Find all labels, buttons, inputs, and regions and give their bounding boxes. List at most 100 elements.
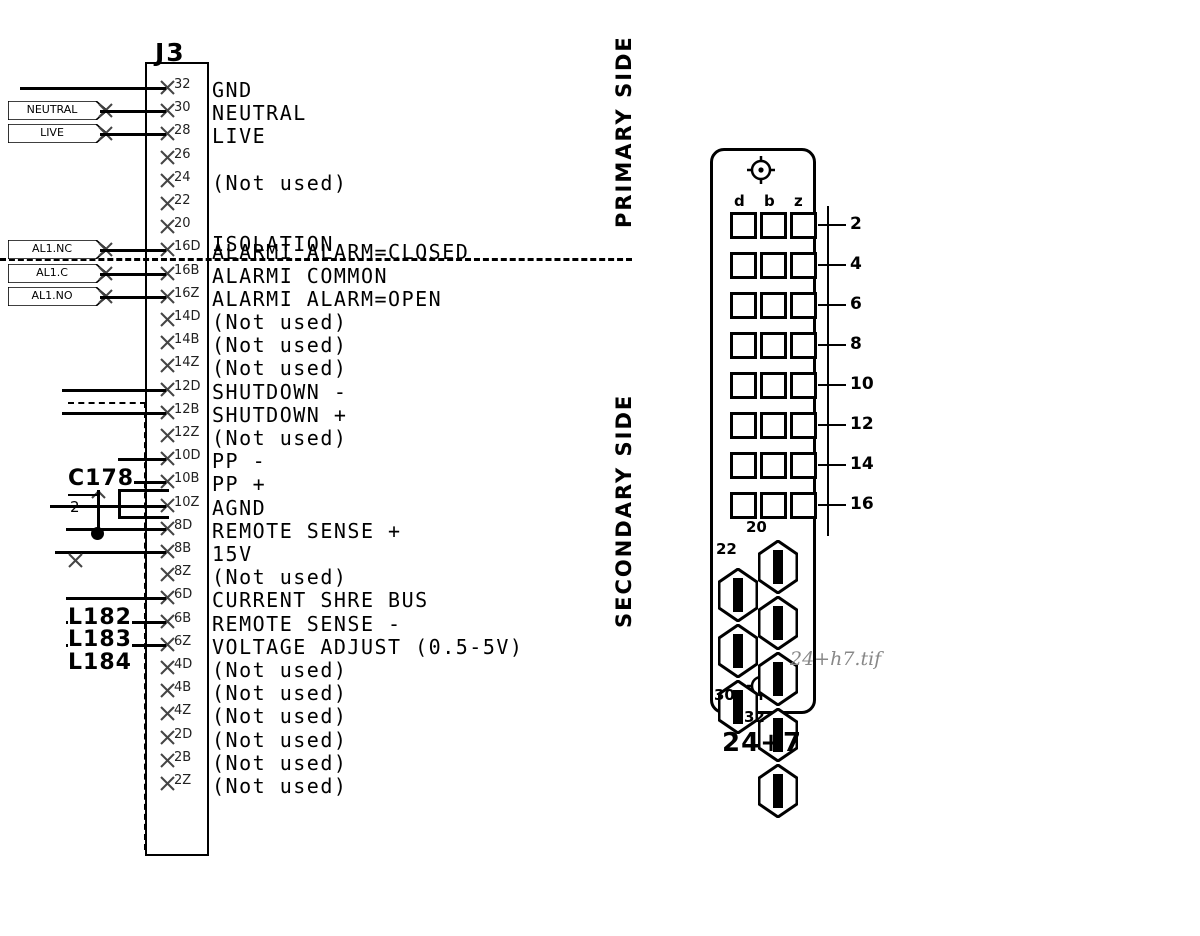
pin-signal-label: (Not used) [212,750,348,775]
pin-number: 16Z [174,285,200,301]
pin-signal-label: (Not used) [212,727,348,752]
contact-14z [790,452,817,479]
pin-signal-label: (Not used) [212,704,348,729]
pin-number: 14Z [174,355,200,371]
pin-number: 16D [174,239,201,255]
pin-signal-label: NEUTRAL [212,101,307,126]
power-contact-5 [717,567,759,623]
pin-number: 12B [174,401,200,417]
pin-signal-label: GND [212,78,253,102]
wire-32 [20,87,166,90]
pin-signal-label: (Not used) [212,310,348,334]
wire-30 [100,110,166,114]
wire-16D [100,249,166,253]
signal-flag-LIVE[interactable]: LIVE [8,124,108,144]
row-leader-6 [818,304,846,306]
contact-4b [760,252,787,279]
row-leader-2 [818,224,846,226]
row-number-6: 6 [850,294,862,314]
contact-10d [730,372,757,399]
connector-column-header-z: z [794,192,803,210]
pin-number: 2D [174,726,193,742]
pin-signal-label: AGND [212,495,267,520]
contact-2d [730,212,757,239]
wire-28 [100,133,166,137]
pin-number: 6Z [174,633,192,649]
contact-12d [730,412,757,439]
mounting-hole-top-icon [747,156,775,184]
group-dash-top [68,402,146,404]
pin-number: 32 [174,77,191,92]
row-leader-10 [818,384,846,386]
contact-14d [730,452,757,479]
pin-number: 8B [174,541,192,556]
pin-number: 16B [174,262,200,278]
pin-signal-label: 15V [212,542,253,566]
pin-signal-label: (Not used) [212,658,348,682]
wire-16B [100,272,166,276]
j3-title: J3 [155,38,186,67]
connector-caption: 24+7 [722,728,803,758]
component-label-l184: L184 [68,650,132,675]
contact-16z [790,492,817,519]
contact-16d [730,492,757,519]
wire-16Z [100,295,166,299]
signal-flag-AL1.NC[interactable]: AL1.NC [8,240,108,260]
row-leader-12 [818,424,846,426]
pin-signal-label: PP - [212,449,267,474]
pin-number: 4B [174,680,192,696]
row-leader-4 [818,264,846,266]
pin-number: 20 [174,216,191,232]
connector-drawing: d b z 2 4 6 8 10 12 14 16 20 22 30 32 [700,148,890,819]
pin-number: 14D [174,309,201,324]
pin-number: 12D [174,378,201,394]
contact-8z [790,332,817,359]
signal-flag-NEUTRAL[interactable]: NEUTRAL [8,101,108,121]
row-number-12: 12 [850,414,874,434]
pin-number: 8D [174,517,193,533]
contact-4d [730,252,757,279]
power-contact-1 [757,595,799,651]
pin-number: 6D [174,587,193,603]
component-label-c178: C178 [68,466,135,491]
pin-number: 26 [174,146,191,162]
row-leader-14 [818,464,846,466]
row-number-2: 2 [850,214,862,234]
component-pin-c178: 2 [70,498,80,516]
pin-signal-label: PP + [212,472,267,497]
pin-number: 22 [174,193,191,208]
pin-signal-label: CURRENT SHRE BUS [212,588,429,613]
power-contact-number-22: 22 [716,540,737,558]
pin-number: 12Z [174,425,200,440]
wire-12B [62,411,166,415]
pin-number: 28 [174,123,191,139]
power-contact-0 [757,539,799,595]
pin-number: 10D [174,448,201,464]
component-label-l183: L183 [68,627,132,652]
pin-signal-label: REMOTE SENSE + [212,518,402,543]
pin-signal-label: SHUTDOWN + [212,402,348,427]
contact-14b [760,452,787,479]
group-dash-vertical [144,402,146,850]
contact-6d [730,292,757,319]
pin-signal-label: (Not used) [212,356,348,381]
contact-4z [790,252,817,279]
power-contact-4 [757,763,799,819]
row-leader-8 [818,344,846,346]
row-number-8: 8 [850,334,862,354]
wire-12D [62,388,166,392]
pin-signal-label: REMOTE SENSE - [212,611,402,636]
contact-12b [760,412,787,439]
power-contact-6 [717,623,759,679]
pin-number: 8Z [174,564,192,580]
power-contact-number-32: 32 [744,708,765,726]
power-contact-number-20: 20 [746,518,767,536]
connector-column-header-d: d [734,192,745,210]
signal-flag-AL1.C[interactable]: AL1.C [8,263,108,283]
contact-2b [760,212,787,239]
signal-flag-AL1.NO[interactable]: AL1.NO [8,286,108,306]
pin-signal-label: (Not used) [212,426,348,450]
wire-6D [66,597,166,601]
pin-signal-label: LIVE [212,124,267,149]
pin-number: 2B [174,749,192,765]
